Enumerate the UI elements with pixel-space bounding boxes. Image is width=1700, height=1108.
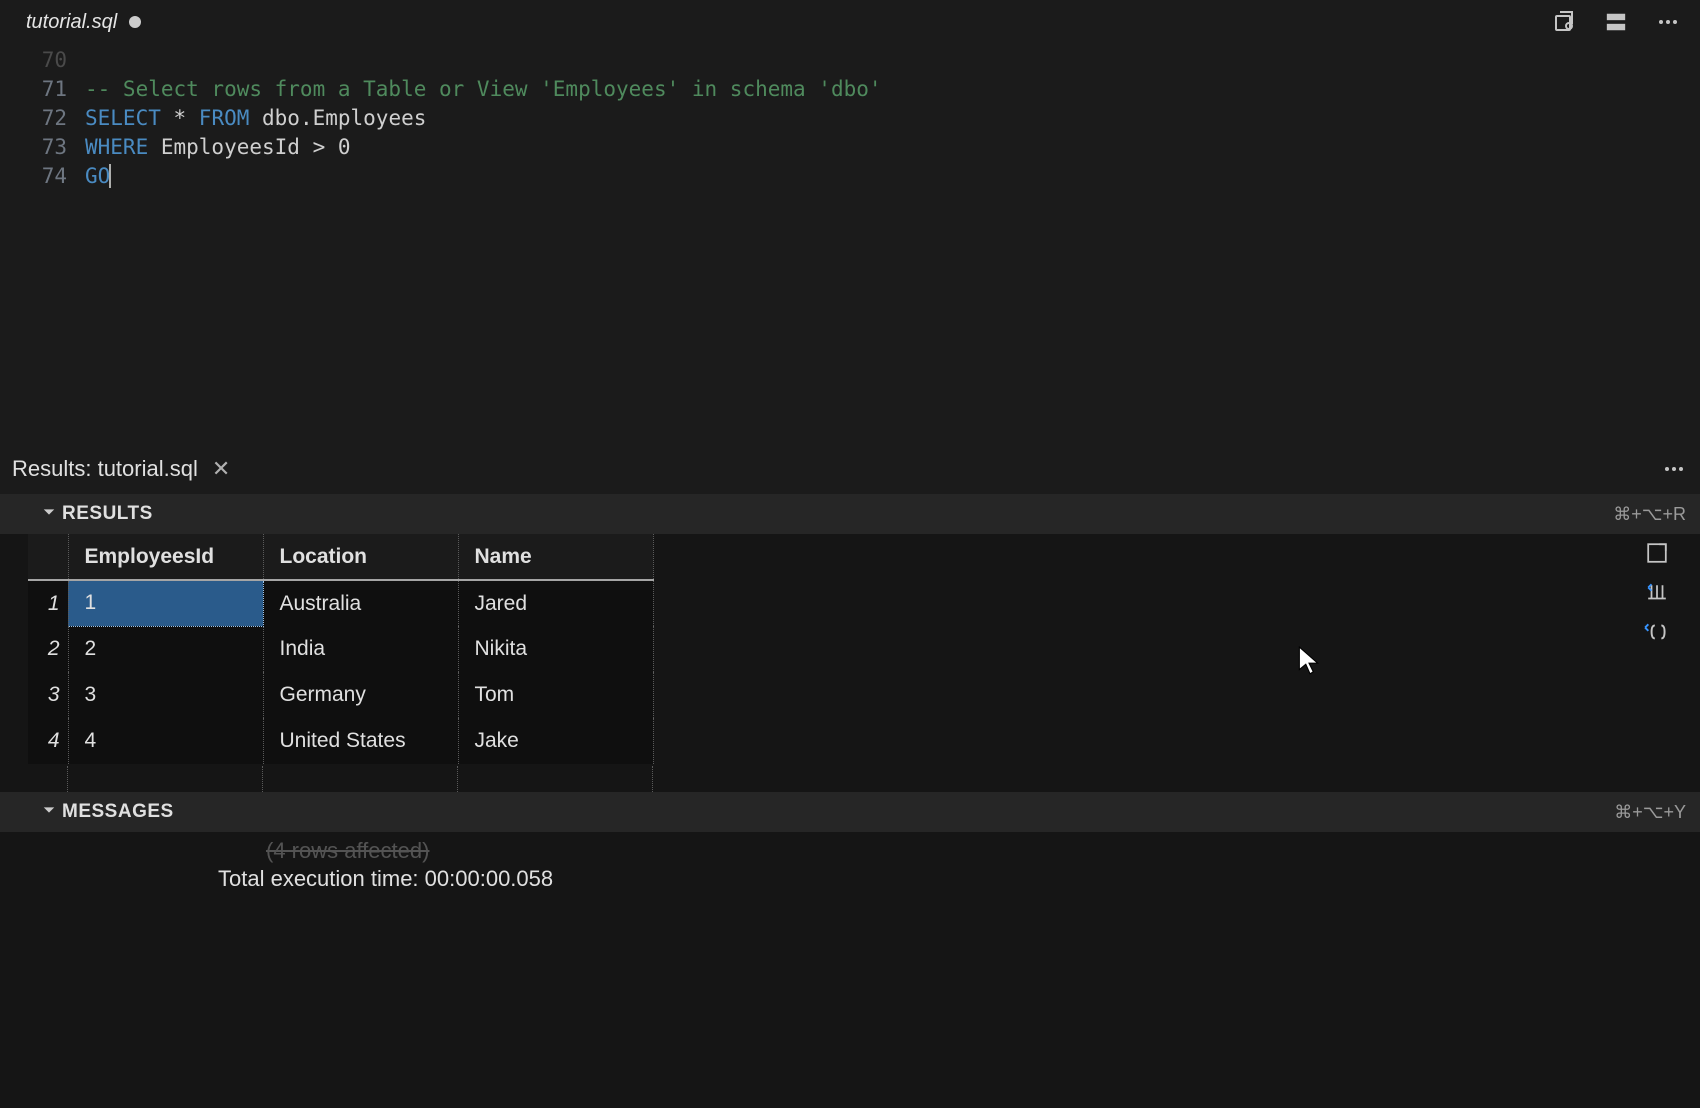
table-row[interactable]: 1 1 Australia Jared xyxy=(28,580,653,626)
results-section-header[interactable]: RESULTS ⌘+⌥+R xyxy=(0,494,1700,534)
chevron-down-icon xyxy=(42,505,56,524)
cell[interactable]: 1 xyxy=(68,580,263,626)
code-line: SELECT * FROM dbo.Employees xyxy=(85,104,1700,133)
cell[interactable]: India xyxy=(263,626,458,672)
results-section-title: RESULTS xyxy=(62,503,153,525)
editor-tab-actions xyxy=(1550,8,1690,36)
editor-tab-bar: tutorial.sql xyxy=(0,0,1700,44)
modified-indicator-icon xyxy=(129,16,141,28)
grid-spacer xyxy=(28,766,1700,792)
compare-changes-icon[interactable] xyxy=(1550,8,1578,36)
cell[interactable]: 3 xyxy=(68,672,263,718)
code-line xyxy=(85,46,1700,75)
results-panel: RESULTS ⌘+⌥+R EmployeesId Location Name … xyxy=(0,494,1700,1108)
messages-content: (4 rows affected) Total execution time: … xyxy=(28,832,1700,910)
cell[interactable]: Germany xyxy=(263,672,458,718)
cell[interactable]: United States xyxy=(263,718,458,764)
cell[interactable]: Jake xyxy=(458,718,653,764)
results-grid-actions xyxy=(1644,534,1700,764)
cell[interactable]: 4 xyxy=(68,718,263,764)
row-number: 1 xyxy=(28,580,68,626)
table-row[interactable]: 3 3 Germany Tom xyxy=(28,672,653,718)
table-row[interactable]: 4 4 United States Jake xyxy=(28,718,653,764)
more-actions-icon[interactable] xyxy=(1660,455,1688,483)
results-tab-title: Results: tutorial.sql xyxy=(12,456,198,482)
row-number-header xyxy=(28,534,68,580)
line-number-gutter: 70 71 72 73 74 xyxy=(0,46,85,444)
code-line: GO xyxy=(85,162,1700,191)
messages-shortcut-label: ⌘+⌥+Y xyxy=(1614,802,1686,823)
line-number: 70 xyxy=(0,46,67,75)
text-cursor xyxy=(109,164,111,188)
execution-time-text: Total execution time: 00:00:00.058 xyxy=(218,866,1688,892)
editor-tab-title: tutorial.sql xyxy=(26,11,117,34)
code-line: -- Select rows from a Table or View 'Emp… xyxy=(85,75,1700,104)
column-header[interactable]: Name xyxy=(458,534,653,580)
cell[interactable]: Nikita xyxy=(458,626,653,672)
cell[interactable]: Australia xyxy=(263,580,458,626)
results-tab[interactable]: Results: tutorial.sql ✕ xyxy=(12,456,230,482)
row-number: 3 xyxy=(28,672,68,718)
row-number: 2 xyxy=(28,626,68,672)
save-json-icon[interactable] xyxy=(1644,620,1670,646)
code-line: WHERE EmployeesId > 0 xyxy=(85,133,1700,162)
mouse-cursor-icon xyxy=(1298,646,1320,681)
messages-section-title: MESSAGES xyxy=(62,801,174,823)
results-tab-bar: Results: tutorial.sql ✕ xyxy=(0,444,1700,494)
code-editor[interactable]: 70 71 72 73 74 -- Select rows from a Tab… xyxy=(0,44,1700,444)
rows-affected-text: (4 rows affected) xyxy=(266,838,1688,864)
line-number: 73 xyxy=(0,133,67,162)
messages-section-header[interactable]: MESSAGES ⌘+⌥+Y xyxy=(0,792,1700,832)
row-number: 4 xyxy=(28,718,68,764)
column-header[interactable]: Location xyxy=(263,534,458,580)
cell[interactable]: Tom xyxy=(458,672,653,718)
line-number: 72 xyxy=(0,104,67,133)
close-icon[interactable]: ✕ xyxy=(212,456,230,482)
chevron-down-icon xyxy=(42,803,56,822)
more-actions-icon[interactable] xyxy=(1654,8,1682,36)
cell[interactable]: 2 xyxy=(68,626,263,672)
split-editor-icon[interactable] xyxy=(1602,8,1630,36)
results-shortcut-label: ⌘+⌥+R xyxy=(1613,504,1686,525)
column-header[interactable]: EmployeesId xyxy=(68,534,263,580)
table-header-row: EmployeesId Location Name xyxy=(28,534,653,580)
save-csv-icon[interactable] xyxy=(1644,580,1670,606)
editor-tab[interactable]: tutorial.sql xyxy=(10,3,157,42)
table-row[interactable]: 2 2 India Nikita xyxy=(28,626,653,672)
line-number: 71 xyxy=(0,75,67,104)
maximize-panel-icon[interactable] xyxy=(1644,540,1670,566)
cell[interactable]: Jared xyxy=(458,580,653,626)
code-area[interactable]: -- Select rows from a Table or View 'Emp… xyxy=(85,46,1700,444)
line-number: 74 xyxy=(0,162,67,191)
results-grid[interactable]: EmployeesId Location Name 1 1 Australia … xyxy=(28,534,654,764)
